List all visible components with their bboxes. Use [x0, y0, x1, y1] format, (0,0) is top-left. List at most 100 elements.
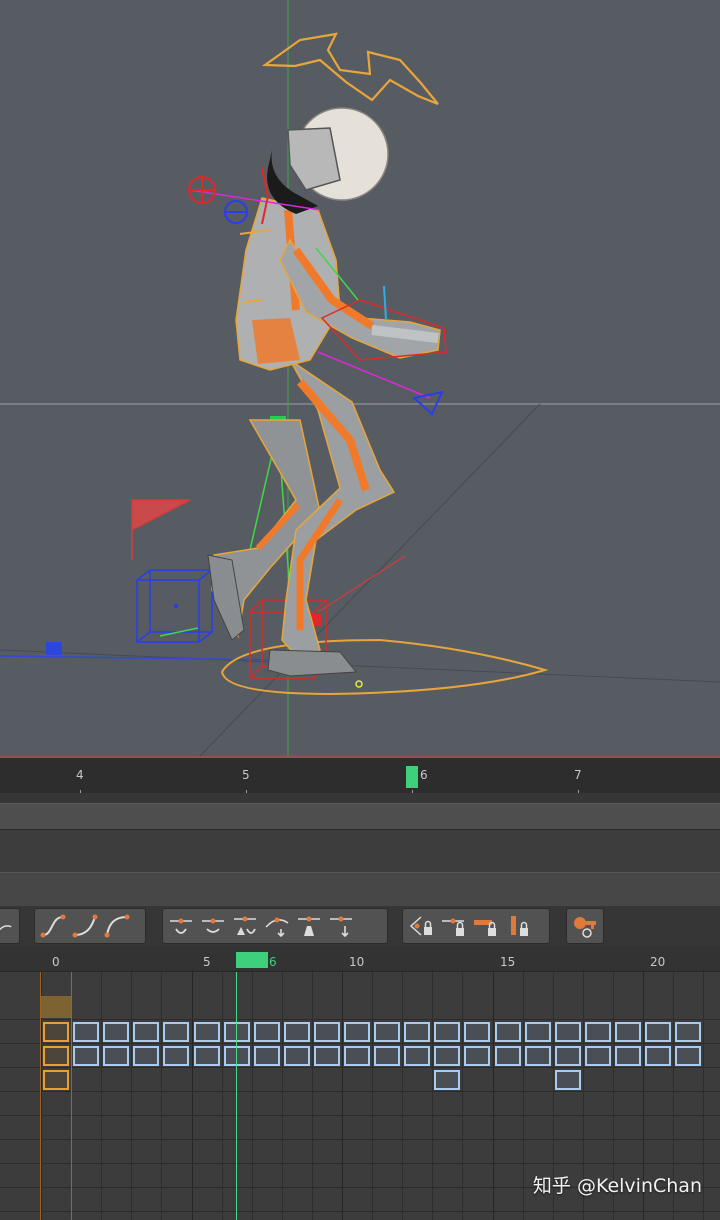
frame-label: 10: [349, 955, 365, 969]
track-row[interactable]: [0, 1092, 720, 1116]
keyframe-track-1-5[interactable]: [194, 1022, 220, 1042]
keyframe-track-2-1[interactable]: [73, 1046, 99, 1066]
toolbar-group-linear: [0, 908, 20, 944]
keyframe-track-3-13[interactable]: [434, 1070, 460, 1090]
dope-sheet-cursor-handle[interactable]: [236, 952, 268, 968]
frame-label: 15: [500, 955, 516, 969]
keyframe-track-2-6[interactable]: [224, 1046, 250, 1066]
keyframe-track-1-7[interactable]: [254, 1022, 280, 1042]
keyframe-track-1-12[interactable]: [404, 1022, 430, 1042]
track-row[interactable]: [0, 1140, 720, 1164]
keyframe-track-1-3[interactable]: [133, 1022, 159, 1042]
keyframe-track-2-7[interactable]: [254, 1046, 280, 1066]
selection-bound-right: [71, 972, 72, 1220]
viewport-scene: [0, 0, 720, 756]
pole-vector-flag: [131, 499, 191, 532]
keyframe-track-2-19[interactable]: [615, 1046, 641, 1066]
panel-divider: [0, 793, 720, 803]
keyframe-track-2-15[interactable]: [495, 1046, 521, 1066]
current-frame-label: 6: [269, 955, 277, 969]
keyframe-track-2-16[interactable]: [525, 1046, 551, 1066]
keyframe-track-3-17[interactable]: [555, 1070, 581, 1090]
keyframe-track-2-10[interactable]: [344, 1046, 370, 1066]
keyframe-track-1-0[interactable]: [43, 1022, 69, 1042]
lock-tangent-length-icon[interactable]: [437, 911, 469, 941]
tangent-overshoot-icon[interactable]: [261, 911, 293, 941]
lock-tangent-angle-icon[interactable]: [405, 911, 437, 941]
panel-header: [0, 872, 720, 906]
keyframe-track-1-1[interactable]: [73, 1022, 99, 1042]
spline-linear-icon[interactable]: [0, 911, 17, 941]
3d-viewport[interactable]: [0, 0, 720, 756]
tangent-clamp-icon[interactable]: [229, 911, 261, 941]
spline-ease-in-out-icon[interactable]: [37, 911, 69, 941]
ruler-label: 7: [574, 768, 582, 782]
keyframe-track-1-19[interactable]: [615, 1022, 641, 1042]
selection-head: [41, 996, 71, 1018]
keyframe-track-1-8[interactable]: [284, 1022, 310, 1042]
keyframe-track-2-18[interactable]: [585, 1046, 611, 1066]
keyframe-track-2-20[interactable]: [645, 1046, 671, 1066]
keyframe-track-2-12[interactable]: [404, 1046, 430, 1066]
z-axis-handle: [46, 642, 62, 655]
time-cursor-line: [236, 972, 237, 1220]
keyframe-track-2-17[interactable]: [555, 1046, 581, 1066]
track-row[interactable]: [0, 1068, 720, 1092]
keyframe-track-2-4[interactable]: [163, 1046, 189, 1066]
empty-panel: [0, 830, 720, 872]
toolbar-group-key: [566, 908, 604, 944]
keyframe-track-2-21[interactable]: [675, 1046, 701, 1066]
spline-ease-out-icon[interactable]: [101, 911, 133, 941]
keyframe-track-1-11[interactable]: [374, 1022, 400, 1042]
track-row[interactable]: [0, 996, 720, 1020]
keyframe-track-1-6[interactable]: [224, 1022, 250, 1042]
ruler-label: 4: [76, 768, 84, 782]
timeline-cursor-handle[interactable]: [406, 766, 418, 788]
toolbar-group-tangents: [162, 908, 388, 944]
keyframe-track-1-14[interactable]: [464, 1022, 490, 1042]
keyframe-track-1-17[interactable]: [555, 1022, 581, 1042]
tangent-lock-break-icon[interactable]: [325, 911, 357, 941]
dope-sheet[interactable]: 0 5 6 10 15 20 知乎 @KelvinChan: [0, 946, 720, 1220]
keyframe-track-3-0[interactable]: [43, 1070, 69, 1090]
lock-value-icon[interactable]: [501, 911, 533, 941]
keyframe-track-2-3[interactable]: [133, 1046, 159, 1066]
lock-time-icon[interactable]: [469, 911, 501, 941]
ruler-label: 6: [420, 768, 428, 782]
keyframe-track-1-18[interactable]: [585, 1022, 611, 1042]
toolbar-group-locks: [402, 908, 550, 944]
keyframe-track-2-11[interactable]: [374, 1046, 400, 1066]
keyframe-track-1-20[interactable]: [645, 1022, 671, 1042]
keyframe-track-1-21[interactable]: [675, 1022, 701, 1042]
keyframe-track-2-5[interactable]: [194, 1046, 220, 1066]
keyframe-track-1-10[interactable]: [344, 1022, 370, 1042]
fcurve-toolbar: [0, 906, 720, 946]
timeline-ruler[interactable]: 4 5 6 7: [0, 756, 720, 794]
keyframe-track-2-13[interactable]: [434, 1046, 460, 1066]
ruler-label: 5: [242, 768, 250, 782]
empty-toolbar-strip: [0, 803, 720, 830]
keyframe-track-1-9[interactable]: [314, 1022, 340, 1042]
keyframe-track-2-0[interactable]: [43, 1046, 69, 1066]
tangent-auto-icon[interactable]: [165, 911, 197, 941]
keyframe-track-1-15[interactable]: [495, 1022, 521, 1042]
tangent-auto-weighted-icon[interactable]: [197, 911, 229, 941]
keyframe-track-2-14[interactable]: [464, 1046, 490, 1066]
keyframe-track-1-4[interactable]: [163, 1022, 189, 1042]
elbow-pole-control: [411, 390, 444, 416]
keyframe-track-2-8[interactable]: [284, 1046, 310, 1066]
keyframe-track-2-9[interactable]: [314, 1046, 340, 1066]
keyframe-track-1-13[interactable]: [434, 1022, 460, 1042]
tangent-weight-icon[interactable]: [293, 911, 325, 941]
keyframe-track-2-2[interactable]: [103, 1046, 129, 1066]
keyframe-track-1-16[interactable]: [525, 1022, 551, 1042]
watermark: 知乎 @KelvinChan: [532, 1175, 702, 1197]
track-row[interactable]: [0, 1116, 720, 1140]
dope-sheet-ruler[interactable]: 0 5 6 10 15 20: [0, 946, 720, 972]
frame-label: 20: [650, 955, 666, 969]
key-break-icon[interactable]: [569, 911, 601, 941]
keyframe-track-1-2[interactable]: [103, 1022, 129, 1042]
spline-ease-in-icon[interactable]: [69, 911, 101, 941]
frame-label: 5: [203, 955, 211, 969]
toolbar-group-spline: [34, 908, 146, 944]
